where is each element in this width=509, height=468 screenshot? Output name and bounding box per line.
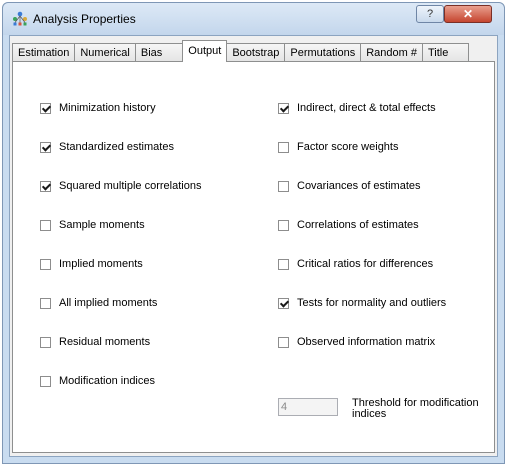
dialog-client-area: Estimation Numerical Bias Output Bootstr… — [9, 35, 498, 457]
analysis-properties-window: Analysis Properties ? ✕ Estimation Numer… — [2, 2, 505, 464]
option-label: Residual moments — [59, 336, 151, 348]
option-implied-moments[interactable]: Implied moments — [40, 258, 143, 270]
close-icon: ✕ — [462, 7, 474, 21]
checkbox[interactable] — [278, 180, 289, 192]
checkbox[interactable] — [278, 219, 289, 231]
option-correlations-of-estimates[interactable]: Correlations of estimates — [278, 219, 419, 231]
option-label: Standardized estimates — [59, 141, 174, 153]
option-label: Tests for normality and outliers — [297, 297, 447, 309]
app-icon — [13, 11, 27, 26]
checkbox[interactable] — [278, 336, 289, 348]
option-all-implied-moments[interactable]: All implied moments — [40, 297, 157, 309]
help-button[interactable]: ? — [416, 5, 444, 23]
checkbox[interactable] — [40, 219, 51, 231]
option-label: Indirect, direct & total effects — [297, 102, 436, 114]
option-sample-moments[interactable]: Sample moments — [40, 219, 145, 231]
option-critical-ratios-for-differences[interactable]: Critical ratios for differences — [278, 258, 433, 270]
option-label: Modification indices — [59, 375, 155, 387]
tab-estimation[interactable]: Estimation — [12, 43, 76, 62]
checkbox[interactable] — [40, 102, 51, 114]
tab-random[interactable]: Random # — [360, 43, 423, 62]
tab-numerical[interactable]: Numerical — [74, 43, 136, 62]
checkbox[interactable] — [40, 180, 51, 192]
checkbox[interactable] — [40, 297, 51, 309]
threshold-label: Threshold for modification indices — [352, 397, 479, 420]
help-icon: ? — [426, 8, 434, 20]
option-label: Squared multiple correlations — [59, 180, 202, 192]
option-label: Critical ratios for differences — [297, 258, 434, 270]
option-label: Factor score weights — [297, 141, 399, 153]
checkbox[interactable] — [278, 297, 289, 309]
option-label: All implied moments — [59, 297, 158, 309]
tab-output[interactable]: Output — [182, 40, 228, 62]
tab-bootstrap[interactable]: Bootstrap — [226, 43, 286, 62]
option-label: Minimization history — [59, 102, 156, 114]
close-button[interactable]: ✕ — [444, 5, 492, 23]
tab-title[interactable]: Title — [421, 43, 470, 62]
checkbox[interactable] — [40, 258, 51, 270]
option-tests-for-normality-and-outliers[interactable]: Tests for normality and outliers — [278, 297, 446, 309]
checkbox[interactable] — [40, 375, 51, 387]
checkbox[interactable] — [40, 141, 51, 153]
tab-permutations[interactable]: Permutations — [284, 43, 362, 62]
option-label: Covariances of estimates — [297, 180, 421, 192]
tab-bias[interactable]: Bias — [134, 43, 184, 62]
option-label: Implied moments — [59, 258, 143, 270]
title-bar: Analysis Properties ? ✕ — [3, 3, 504, 35]
option-label: Correlations of estimates — [297, 219, 419, 231]
checkbox[interactable] — [278, 258, 289, 270]
option-factor-score-weights[interactable]: Factor score weights — [278, 141, 398, 153]
option-label: Observed information matrix — [297, 336, 436, 348]
threshold-input[interactable]: 4 — [278, 398, 338, 416]
option-label: Sample moments — [59, 219, 145, 231]
option-minimization-history[interactable]: Minimization history — [40, 102, 156, 114]
window-title: Analysis Properties — [33, 12, 136, 26]
option-residual-moments[interactable]: Residual moments — [40, 336, 150, 348]
option-standardized-estimates[interactable]: Standardized estimates — [40, 141, 174, 153]
output-tab-panel: Minimization history Standardized estima… — [12, 61, 495, 453]
option-modification-indices[interactable]: Modification indices — [40, 375, 155, 387]
tab-strip: Estimation Numerical Bias Output Bootstr… — [12, 40, 470, 62]
option-indirect-direct-total-effects[interactable]: Indirect, direct & total effects — [278, 102, 436, 114]
option-squared-multiple-correlations[interactable]: Squared multiple correlations — [40, 180, 201, 192]
checkbox[interactable] — [278, 102, 289, 114]
option-observed-information-matrix[interactable]: Observed information matrix — [278, 336, 435, 348]
checkbox[interactable] — [40, 336, 51, 348]
option-covariances-of-estimates[interactable]: Covariances of estimates — [278, 180, 421, 192]
checkbox[interactable] — [278, 141, 289, 153]
